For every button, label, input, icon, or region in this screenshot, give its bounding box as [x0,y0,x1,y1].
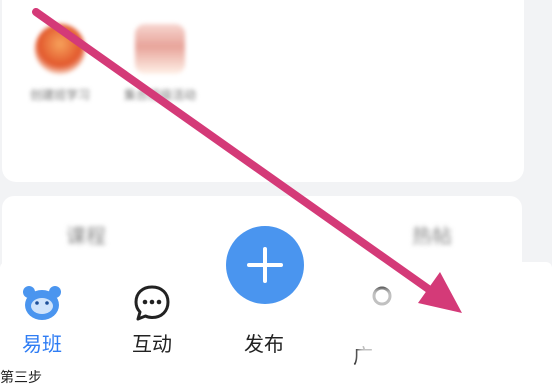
app-shortcut-label: 创建班学习 [29,88,90,102]
tab-hot-posts[interactable]: 热帖 [412,220,452,249]
burger-app-icon [35,24,85,74]
plus-icon [247,247,283,283]
nav-label-interaction: 互动 [132,332,172,356]
app-screen: 创建班学习 集合班级活动 课程 热帖 易班 互动 发布 [0,0,552,372]
shortcut-card: 创建班学习 集合班级活动 [2,0,524,182]
nav-label-yiban: 易班 [22,332,62,356]
publish-button[interactable] [226,226,304,304]
app-shortcut-label: 集合班级活动 [123,88,196,102]
tab-courses[interactable]: 课程 [66,220,106,249]
chat-bubble-icon [116,282,188,324]
app-shortcut-1[interactable]: 创建班学习 [12,24,108,103]
nav-item-interaction[interactable]: 互动 [116,282,188,357]
nav-item-yiban[interactable]: 易班 [6,282,78,357]
bear-face-icon [6,282,78,324]
shopping-bag-app-icon [135,24,185,74]
nav-label-publish: 发布 [244,332,284,356]
blurred-region [358,288,552,372]
app-shortcut-2[interactable]: 集合班级活动 [112,24,208,103]
step-caption: 第三步 [0,370,42,384]
